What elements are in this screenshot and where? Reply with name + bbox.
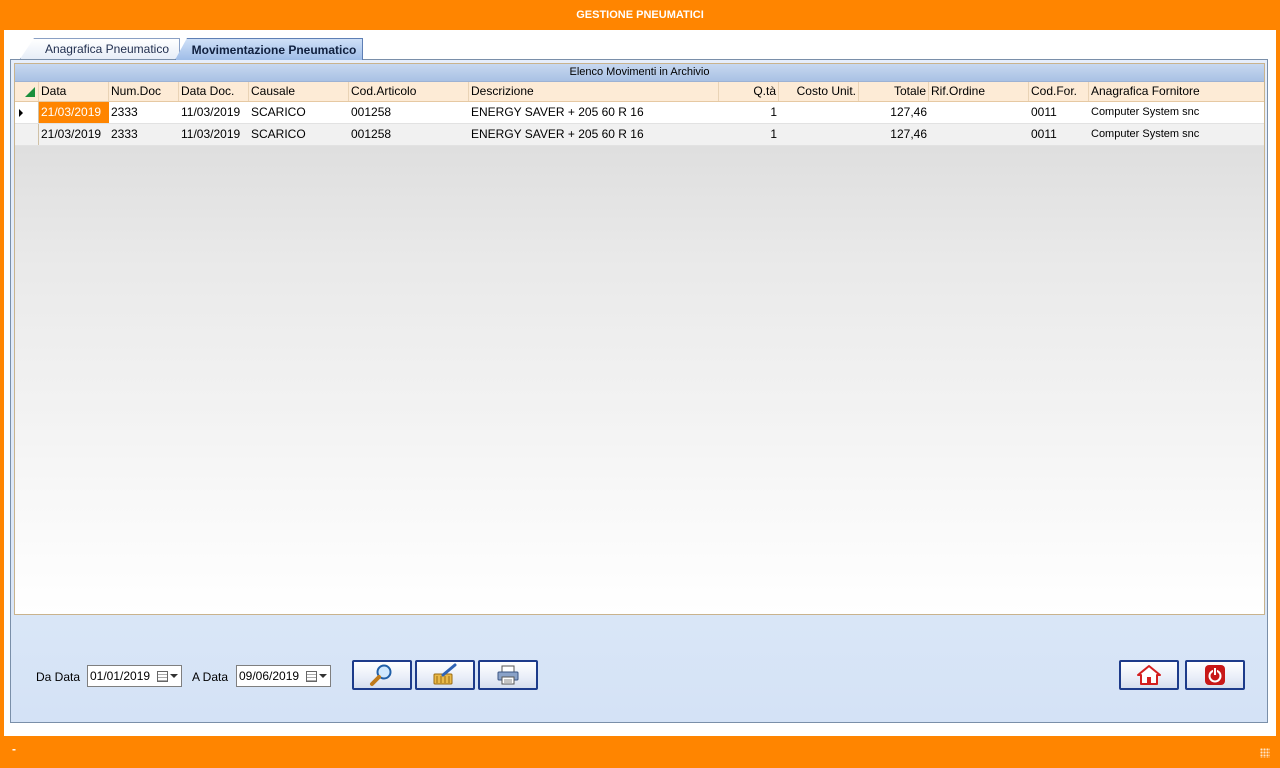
col-header-cod-articolo[interactable]: Cod.Articolo: [349, 82, 469, 101]
power-icon: [1205, 665, 1225, 685]
cell-descrizione[interactable]: ENERGY SAVER + 205 60 R 16: [469, 102, 719, 123]
cell-cod-articolo[interactable]: 001258: [349, 124, 469, 145]
col-header-num-doc[interactable]: Num.Doc: [109, 82, 179, 101]
grid-header: Data Num.Doc Data Doc. Causale Cod.Artic…: [15, 82, 1264, 102]
calendar-icon[interactable]: [306, 670, 317, 682]
table-row[interactable]: 21/03/2019 2333 11/03/2019 SCARICO 00125…: [15, 124, 1264, 146]
grid-corner[interactable]: [15, 82, 39, 101]
da-data-picker[interactable]: 01/01/2019: [87, 665, 182, 687]
cell-totale[interactable]: 127,46: [859, 102, 929, 123]
status-bar: -: [8, 738, 1272, 760]
cell-data-doc[interactable]: 11/03/2019: [179, 124, 249, 145]
cell-data[interactable]: 21/03/2019: [39, 124, 109, 145]
col-header-data-doc[interactable]: Data Doc.: [179, 82, 249, 101]
cell-fornitore[interactable]: Computer System snc: [1089, 102, 1264, 123]
sort-indicator-icon: [25, 87, 35, 97]
home-button[interactable]: [1119, 660, 1179, 690]
cell-fornitore[interactable]: Computer System snc: [1089, 124, 1264, 145]
col-header-descrizione[interactable]: Descrizione: [469, 82, 719, 101]
col-header-totale[interactable]: Totale: [859, 82, 929, 101]
window-title: GESTIONE PNEUMATICI: [0, 0, 1280, 30]
row-header[interactable]: [15, 102, 39, 123]
a-data-label: A Data: [192, 670, 229, 684]
broom-icon: [433, 663, 457, 685]
printer-icon: [497, 665, 519, 685]
col-header-causale[interactable]: Causale: [249, 82, 349, 101]
a-data-value[interactable]: 09/06/2019: [239, 669, 306, 683]
col-header-costo-unit[interactable]: Costo Unit.: [779, 82, 859, 101]
chevron-down-icon[interactable]: [170, 674, 178, 678]
cell-causale[interactable]: SCARICO: [249, 124, 349, 145]
table-row[interactable]: 21/03/2019 2333 11/03/2019 SCARICO 00125…: [15, 102, 1264, 124]
da-data-label: Da Data: [36, 670, 81, 684]
tab-anagrafica-pneumatico[interactable]: Anagrafica Pneumatico: [20, 38, 180, 59]
chevron-down-icon[interactable]: [319, 674, 327, 678]
print-button[interactable]: [478, 660, 538, 690]
search-button[interactable]: [352, 660, 412, 690]
col-header-qta[interactable]: Q.tà: [719, 82, 779, 101]
cell-data[interactable]: 21/03/2019: [39, 102, 109, 123]
status-text: -: [12, 742, 16, 756]
cell-costo-unit[interactable]: [779, 124, 859, 145]
cell-cod-for[interactable]: 0011: [1029, 102, 1089, 123]
cell-costo-unit[interactable]: [779, 102, 859, 123]
exit-button[interactable]: [1185, 660, 1245, 690]
row-header[interactable]: [15, 124, 39, 145]
cell-data-doc[interactable]: 11/03/2019: [179, 102, 249, 123]
cell-qta[interactable]: 1: [719, 102, 779, 123]
clear-button[interactable]: [415, 660, 475, 690]
cell-rif-ordine[interactable]: [929, 124, 1029, 145]
cell-cod-for[interactable]: 0011: [1029, 124, 1089, 145]
grid-caption: Elenco Movimenti in Archivio: [15, 64, 1264, 82]
col-header-cod-for[interactable]: Cod.For.: [1029, 82, 1089, 101]
cell-causale[interactable]: SCARICO: [249, 102, 349, 123]
cell-num-doc[interactable]: 2333: [109, 124, 179, 145]
cell-rif-ordine[interactable]: [929, 102, 1029, 123]
search-icon: [370, 664, 392, 686]
resize-grip-icon[interactable]: [1260, 748, 1270, 758]
movements-grid[interactable]: Elenco Movimenti in Archivio Data Num.Do…: [14, 63, 1265, 615]
tab-movimentazione-pneumatico[interactable]: Movimentazione Pneumatico: [175, 38, 363, 60]
cell-num-doc[interactable]: 2333: [109, 102, 179, 123]
tab-strip: Anagrafica Pneumatico Movimentazione Pne…: [10, 38, 1272, 60]
calendar-icon[interactable]: [157, 670, 168, 682]
cell-qta[interactable]: 1: [719, 124, 779, 145]
cell-descrizione[interactable]: ENERGY SAVER + 205 60 R 16: [469, 124, 719, 145]
da-data-value[interactable]: 01/01/2019: [90, 669, 157, 683]
a-data-picker[interactable]: 09/06/2019: [236, 665, 331, 687]
col-header-data[interactable]: Data: [39, 82, 109, 101]
col-header-anagrafica-fornitore[interactable]: Anagrafica Fornitore: [1089, 82, 1264, 101]
col-header-rif-ordine[interactable]: Rif.Ordine: [929, 82, 1029, 101]
cell-cod-articolo[interactable]: 001258: [349, 102, 469, 123]
cell-totale[interactable]: 127,46: [859, 124, 929, 145]
home-icon: [1137, 665, 1161, 685]
current-row-icon: [19, 109, 23, 117]
tab-panel: Elenco Movimenti in Archivio Data Num.Do…: [10, 59, 1268, 723]
